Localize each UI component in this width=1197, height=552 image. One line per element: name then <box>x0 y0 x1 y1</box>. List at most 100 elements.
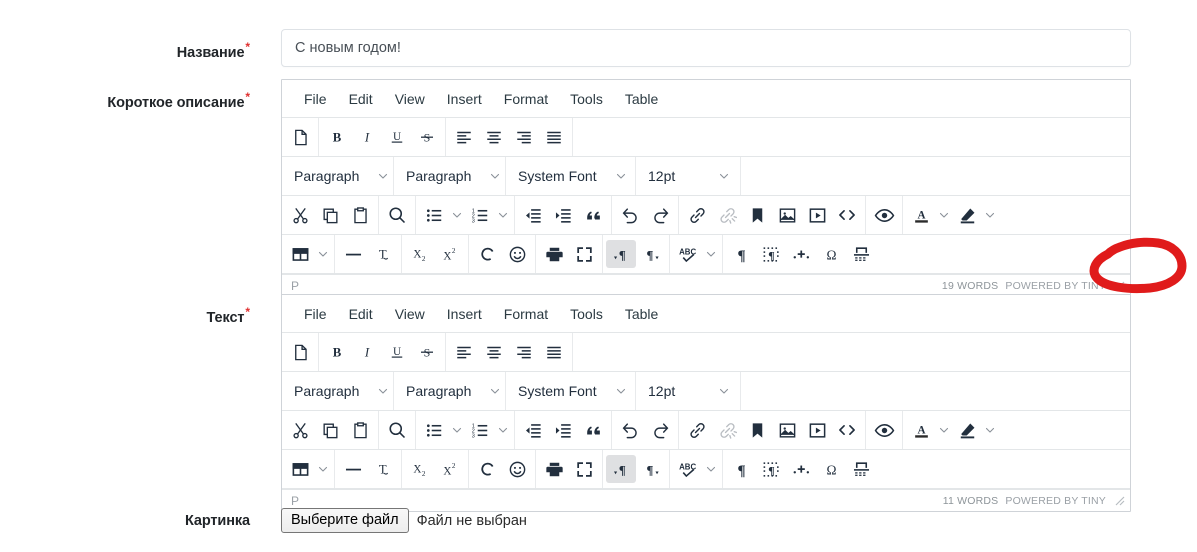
bold-icon[interactable]: B <box>322 123 352 151</box>
page-break-icon[interactable] <box>846 240 876 268</box>
clear-formatting-icon[interactable]: T <box>368 455 398 483</box>
numbered-list-icon[interactable]: 123 <box>465 201 495 229</box>
file-upload-row[interactable]: Выберите файл Файл не выбран <box>281 508 527 533</box>
chevron-down-icon[interactable] <box>718 170 730 182</box>
horizontal-rule-icon[interactable] <box>338 240 368 268</box>
unlink-icon[interactable] <box>712 416 742 444</box>
blockquote-icon[interactable] <box>578 416 608 444</box>
indent-icon[interactable] <box>548 201 578 229</box>
copy-icon[interactable] <box>315 416 345 444</box>
subscript-icon[interactable]: X2 <box>405 240 435 268</box>
highlight-color-icon[interactable] <box>952 201 982 229</box>
search-replace-icon[interactable] <box>382 416 412 444</box>
paste-icon[interactable] <box>345 201 375 229</box>
text-color-chevron-down-icon[interactable] <box>936 416 952 444</box>
chevron-down-icon[interactable] <box>489 385 501 397</box>
nonbreaking-space-icon[interactable] <box>786 240 816 268</box>
menu-item-view[interactable]: View <box>385 303 435 325</box>
menu-item-tools[interactable]: Tools <box>560 88 613 110</box>
text-color-chevron-down-icon[interactable] <box>936 201 952 229</box>
print-icon[interactable] <box>539 455 569 483</box>
align-left-icon[interactable] <box>449 338 479 366</box>
bookmark-icon[interactable] <box>742 416 772 444</box>
image-icon[interactable] <box>772 416 802 444</box>
element-path[interactable]: P <box>291 279 299 293</box>
superscript-icon[interactable]: X2 <box>435 455 465 483</box>
align-left-icon[interactable] <box>449 123 479 151</box>
rtl-icon[interactable]: ¶ <box>636 455 666 483</box>
menu-item-file[interactable]: File <box>294 303 337 325</box>
fullscreen-icon[interactable] <box>569 240 599 268</box>
menu-item-view[interactable]: View <box>385 88 435 110</box>
spellcheck-icon[interactable]: ABC <box>673 240 703 268</box>
align-justify-icon[interactable] <box>539 338 569 366</box>
menu-item-format[interactable]: Format <box>494 88 558 110</box>
menu-item-format[interactable]: Format <box>494 303 558 325</box>
bullet-list-chevron-down-icon[interactable] <box>449 416 465 444</box>
fontfamily-select[interactable]: System Font <box>506 157 636 195</box>
unlink-icon[interactable] <box>712 201 742 229</box>
undo-icon[interactable] <box>615 416 645 444</box>
styles-select[interactable]: Paragraph <box>394 157 506 195</box>
bullet-list-icon[interactable] <box>419 416 449 444</box>
align-justify-icon[interactable] <box>539 123 569 151</box>
charmap-icon[interactable]: Ω <box>816 455 846 483</box>
menu-item-edit[interactable]: Edit <box>339 303 383 325</box>
emoticon-icon[interactable] <box>502 240 532 268</box>
numbered-list-chevron-down-icon[interactable] <box>495 201 511 229</box>
invisible-characters-icon[interactable]: ¶ <box>756 455 786 483</box>
text-color-icon[interactable]: A <box>906 416 936 444</box>
horizontal-rule-icon[interactable] <box>338 455 368 483</box>
source-code-icon[interactable] <box>832 416 862 444</box>
paste-icon[interactable] <box>345 416 375 444</box>
ltr-icon[interactable]: ¶ <box>606 455 636 483</box>
cut-icon[interactable] <box>285 201 315 229</box>
bullet-list-icon[interactable] <box>419 201 449 229</box>
emoticon-icon[interactable] <box>502 455 532 483</box>
menu-item-table[interactable]: Table <box>615 88 668 110</box>
spellcheck-icon[interactable]: ABC <box>673 455 703 483</box>
styles-select[interactable]: Paragraph <box>394 372 506 410</box>
media-icon[interactable] <box>802 201 832 229</box>
numbered-list-icon[interactable]: 123 <box>465 416 495 444</box>
underline-icon[interactable]: U <box>382 338 412 366</box>
page-break-icon[interactable] <box>846 455 876 483</box>
chevron-down-icon[interactable] <box>718 385 730 397</box>
special-character-icon[interactable] <box>472 240 502 268</box>
preview-icon[interactable] <box>869 416 899 444</box>
resize-handle-icon[interactable] <box>1113 494 1126 507</box>
element-path[interactable]: P <box>291 494 299 508</box>
bold-icon[interactable]: B <box>322 338 352 366</box>
redo-icon[interactable] <box>645 416 675 444</box>
chevron-down-icon[interactable] <box>377 385 389 397</box>
numbered-list-chevron-down-icon[interactable] <box>495 416 511 444</box>
special-character-icon[interactable] <box>472 455 502 483</box>
menu-item-insert[interactable]: Insert <box>437 88 492 110</box>
align-right-icon[interactable] <box>509 338 539 366</box>
strikethrough-icon[interactable]: S <box>412 338 442 366</box>
word-count[interactable]: 19 WORDS <box>942 280 998 292</box>
underline-icon[interactable]: U <box>382 123 412 151</box>
new-document-icon[interactable] <box>285 338 315 366</box>
text-editor[interactable]: FileEditViewInsertFormatToolsTable B I US Pa… <box>281 294 1131 512</box>
word-count[interactable]: 11 WORDS <box>943 495 999 507</box>
outdent-icon[interactable] <box>518 201 548 229</box>
align-center-icon[interactable] <box>479 338 509 366</box>
align-right-icon[interactable] <box>509 123 539 151</box>
table-chevron-down-icon[interactable] <box>315 240 331 268</box>
fontfamily-select[interactable]: System Font <box>506 372 636 410</box>
menu-item-edit[interactable]: Edit <box>339 88 383 110</box>
link-icon[interactable] <box>682 201 712 229</box>
resize-handle-icon[interactable] <box>1113 279 1126 292</box>
copy-icon[interactable] <box>315 201 345 229</box>
highlight-color-icon[interactable] <box>952 416 982 444</box>
superscript-icon[interactable]: X2 <box>435 240 465 268</box>
blocks-select[interactable]: Paragraph <box>282 157 394 195</box>
image-icon[interactable] <box>772 201 802 229</box>
clear-formatting-icon[interactable]: T <box>368 240 398 268</box>
text-color-icon[interactable]: A <box>906 201 936 229</box>
charmap-icon[interactable]: Ω <box>816 240 846 268</box>
choose-file-button[interactable]: Выберите файл <box>281 508 409 533</box>
cut-icon[interactable] <box>285 416 315 444</box>
align-center-icon[interactable] <box>479 123 509 151</box>
